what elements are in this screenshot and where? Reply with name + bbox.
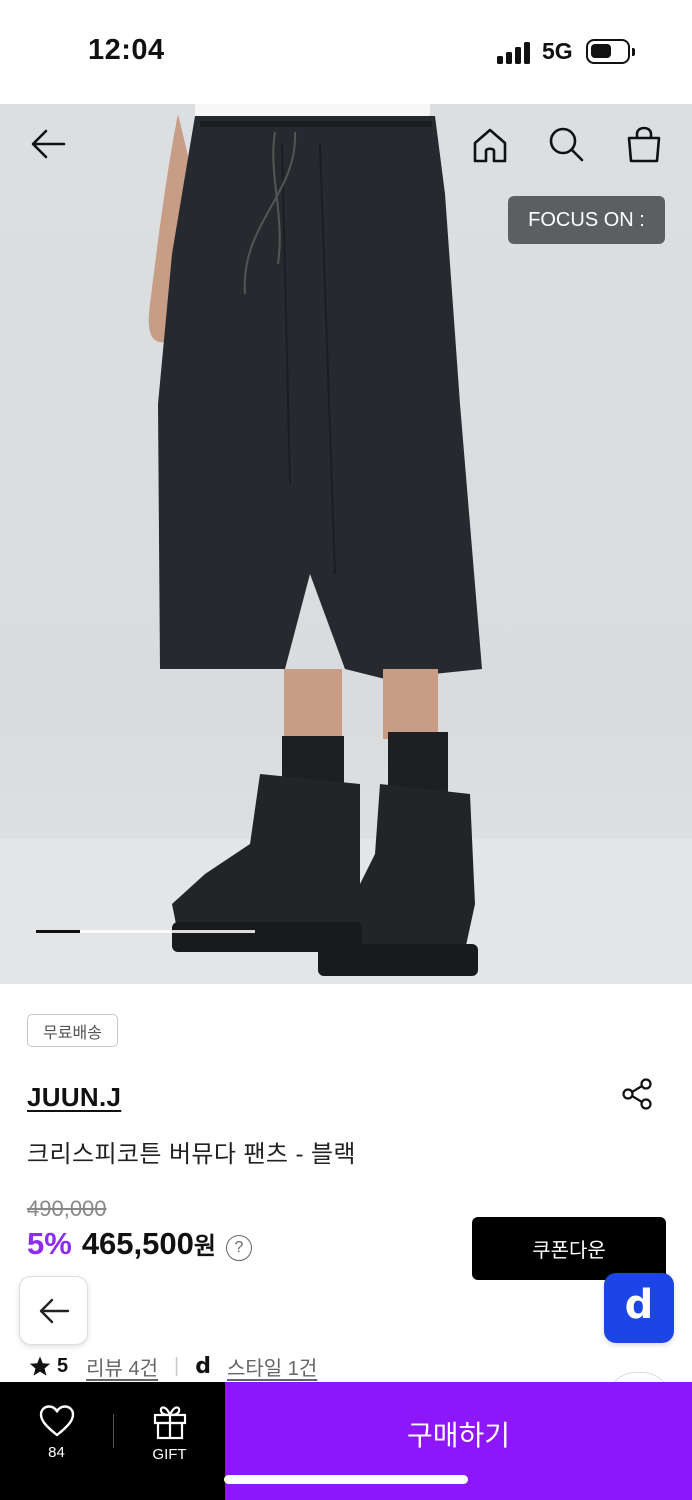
- battery-icon: [586, 39, 635, 64]
- product-name: 크리스피코튼 버뮤다 팬츠 - 블랙: [27, 1141, 356, 1168]
- free-shipping-badge: 무료배송: [27, 1014, 118, 1047]
- gallery-pager-active: [36, 930, 80, 933]
- status-time: 12:04: [88, 34, 165, 66]
- battery-level: [591, 44, 612, 58]
- discount-rate: 5%: [27, 1226, 72, 1261]
- home-indicator: [224, 1475, 468, 1484]
- price-line: 5% 465,500 원 ?: [27, 1226, 252, 1263]
- share-button[interactable]: [620, 1076, 656, 1112]
- gift-button[interactable]: GIFT: [114, 1382, 225, 1500]
- arrow-left-icon: [31, 129, 66, 159]
- d-floating-button[interactable]: d: [604, 1273, 674, 1343]
- search-button[interactable]: [542, 120, 590, 168]
- price-help-icon[interactable]: ?: [225, 1235, 252, 1261]
- shopping-bag-icon: [627, 126, 661, 163]
- cart-button[interactable]: [620, 120, 668, 168]
- review-count-link[interactable]: 리뷰 4건: [86, 1352, 158, 1381]
- home-button[interactable]: [466, 121, 514, 169]
- rating-row: 5 리뷰 4건 | d 스타일 1건: [29, 1352, 317, 1380]
- divider: |: [174, 1354, 180, 1377]
- gift-label: GIFT: [152, 1446, 187, 1463]
- sale-price: 465,500: [81, 1226, 194, 1261]
- style-count-link[interactable]: 스타일 1건: [227, 1352, 317, 1381]
- focus-on-badge[interactable]: FOCUS ON :: [508, 196, 665, 244]
- share-icon: [622, 1078, 652, 1110]
- like-count: 84: [48, 1444, 65, 1461]
- back-button[interactable]: [24, 120, 72, 168]
- coupon-download-button[interactable]: 쿠폰다운: [472, 1217, 666, 1280]
- style-logo-icon: d: [195, 1353, 211, 1379]
- currency-label: 원: [193, 1233, 216, 1260]
- heart-icon: [39, 1405, 74, 1437]
- like-button[interactable]: 84: [0, 1382, 113, 1500]
- original-price: 490,000: [27, 1196, 107, 1221]
- product-image[interactable]: FOCUS ON :: [0, 104, 692, 984]
- floating-back-button[interactable]: [19, 1276, 88, 1345]
- brand-link[interactable]: JUUN.J: [27, 1082, 121, 1113]
- star-icon: [29, 1356, 51, 1376]
- status-bar: 12:04 5G: [0, 0, 692, 104]
- signal-icon: [497, 40, 533, 64]
- gallery-pager: [36, 930, 255, 933]
- home-icon: [473, 128, 507, 163]
- d-logo-icon: d: [624, 1282, 654, 1328]
- network-label: 5G: [542, 38, 573, 64]
- gift-icon: [153, 1406, 186, 1440]
- search-icon: [549, 127, 584, 162]
- arrow-left-icon: [39, 1298, 69, 1323]
- rating-score: 5: [57, 1354, 69, 1377]
